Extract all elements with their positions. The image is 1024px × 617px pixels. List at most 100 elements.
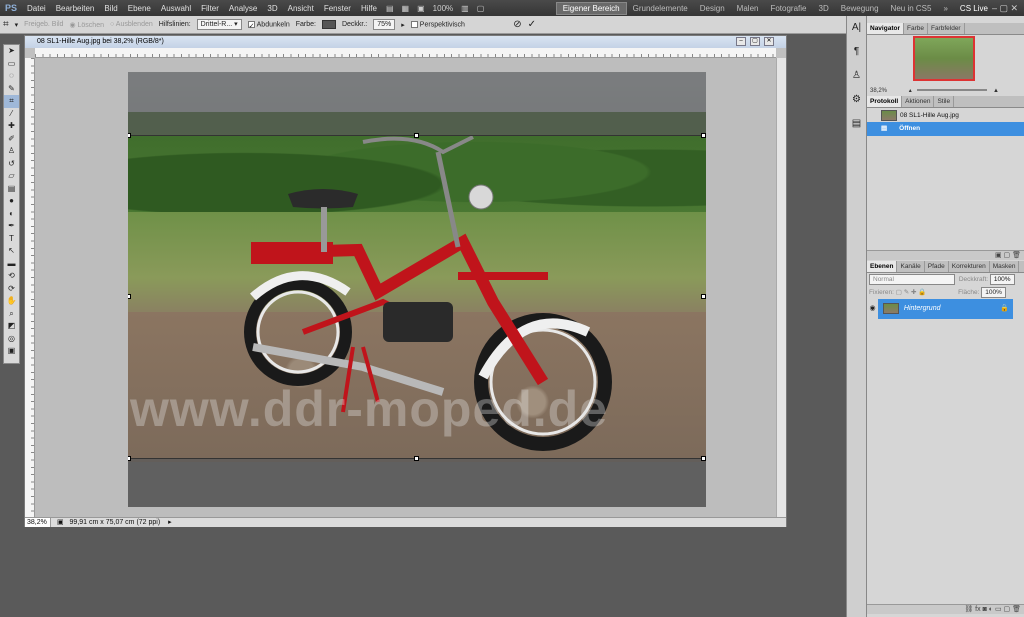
- eyedropper-tool-icon[interactable]: ⁄: [4, 108, 19, 121]
- move-tool-icon[interactable]: ➤: [4, 45, 19, 58]
- color-swatches-icon[interactable]: ◩: [4, 320, 19, 333]
- delete-state-icon[interactable]: 🗑: [1012, 252, 1021, 259]
- link-layers-icon[interactable]: ⛓: [964, 606, 973, 613]
- new-group-icon[interactable]: ▭: [995, 606, 1002, 613]
- history-brush-icon[interactable]: ↺: [4, 158, 19, 171]
- tab-ebenen[interactable]: Ebenen: [867, 261, 898, 272]
- menu-auswahl[interactable]: Auswahl: [156, 4, 196, 13]
- navigator-thumbnail[interactable]: [913, 36, 975, 81]
- info-panel-icon[interactable]: ▤: [848, 118, 866, 136]
- photo-moped[interactable]: [128, 72, 706, 507]
- shield-color-swatch[interactable]: [321, 20, 336, 29]
- new-layer-icon[interactable]: ▢: [1004, 606, 1011, 613]
- menu-ebene[interactable]: Ebene: [123, 4, 156, 13]
- menu-bild[interactable]: Bild: [99, 4, 122, 13]
- minibridge-icon[interactable]: ▦: [402, 4, 410, 13]
- workspace-grundelemente[interactable]: Grundelemente: [627, 4, 694, 13]
- healing-tool-icon[interactable]: ✚: [4, 120, 19, 133]
- quick-mask-icon[interactable]: ◎: [4, 333, 19, 346]
- tool-preset-dropdown[interactable]: ▾: [15, 21, 19, 29]
- tool-presets-icon[interactable]: ⚙: [848, 94, 866, 112]
- extras-icon[interactable]: ▣: [417, 4, 425, 13]
- doc-maximize-icon[interactable]: ▢: [750, 37, 760, 46]
- more-workspaces-icon[interactable]: »: [937, 4, 953, 13]
- cs-live-button[interactable]: CS Live: [960, 4, 988, 13]
- workspace-bewegung[interactable]: Bewegung: [835, 4, 885, 13]
- pen-tool-icon[interactable]: ✒: [4, 220, 19, 233]
- status-arrow-icon[interactable]: ▸: [168, 519, 172, 526]
- crop-handle-tl[interactable]: [128, 133, 131, 138]
- menu-filter[interactable]: Filter: [196, 4, 224, 13]
- horizontal-ruler[interactable]: [35, 48, 776, 58]
- canvas-area[interactable]: www.ddr-moped.de: [35, 58, 776, 517]
- opacity-input[interactable]: 75%: [373, 19, 396, 30]
- gradient-tool-icon[interactable]: ▤: [4, 183, 19, 196]
- screen-mode-tool-icon[interactable]: ▣: [4, 345, 19, 358]
- arrange-docs-icon[interactable]: ▥: [461, 4, 469, 13]
- zoom-slider[interactable]: [917, 89, 988, 92]
- blend-mode-select[interactable]: Normal: [869, 274, 955, 285]
- tab-aktionen[interactable]: Aktionen: [902, 96, 935, 107]
- tab-protokoll[interactable]: Protokoll: [867, 96, 903, 107]
- stamp-tool-icon[interactable]: ♙: [4, 145, 19, 158]
- marquee-tool-icon[interactable]: ▭: [4, 58, 19, 71]
- crop-handle-mr[interactable]: [701, 294, 706, 299]
- new-doc-from-state-icon[interactable]: ▣: [995, 252, 1002, 259]
- paragraph-panel-icon[interactable]: ¶: [848, 46, 866, 64]
- zoom-level[interactable]: 100%: [433, 4, 453, 13]
- cancel-crop-icon[interactable]: ⊘: [513, 19, 521, 30]
- zoom-tool-icon[interactable]: ⌕: [4, 308, 19, 321]
- bridge-icon[interactable]: ▤: [386, 4, 394, 13]
- tab-navigator[interactable]: Navigator: [867, 23, 904, 34]
- vertical-scrollbar[interactable]: [776, 58, 786, 517]
- zoom-field[interactable]: 38,2%: [25, 518, 51, 527]
- opacity-slider-arrow[interactable]: ▸: [401, 21, 405, 29]
- workspace-malen[interactable]: Malen: [731, 4, 765, 13]
- path-select-tool-icon[interactable]: ↖: [4, 245, 19, 258]
- crop-handle-tr[interactable]: [701, 133, 706, 138]
- shape-tool-icon[interactable]: ▬: [4, 258, 19, 271]
- commit-crop-icon[interactable]: ✓: [528, 19, 536, 30]
- tab-stile[interactable]: Stile: [934, 96, 955, 107]
- lasso-tool-icon[interactable]: ◌: [4, 70, 19, 83]
- 3d-rotate-tool-icon[interactable]: ⟲: [4, 270, 19, 283]
- menu-fenster[interactable]: Fenster: [319, 4, 356, 13]
- menu-analyse[interactable]: Analyse: [224, 4, 262, 13]
- dodge-tool-icon[interactable]: ◐: [4, 208, 19, 221]
- document-tab[interactable]: 08 SL1-Hille Aug.jpg bei 38,2% (RGB/8*) …: [25, 36, 786, 48]
- clone-source-icon[interactable]: ♙: [848, 70, 866, 88]
- lock-icons[interactable]: ▢ ✎ ✚ 🔒: [896, 289, 927, 296]
- workspace-neu-cs5[interactable]: Neu in CS5: [885, 4, 938, 13]
- adjustment-layer-icon[interactable]: ◐: [989, 606, 993, 613]
- status-menu-icon[interactable]: ▣: [57, 519, 64, 526]
- delete-layer-icon[interactable]: 🗑: [1012, 606, 1021, 613]
- crop-handle-bl[interactable]: [128, 456, 131, 461]
- blur-tool-icon[interactable]: ●: [4, 195, 19, 208]
- workspace-design[interactable]: Design: [694, 4, 731, 13]
- workspace-3d[interactable]: 3D: [813, 4, 835, 13]
- tab-farbfelder[interactable]: Farbfelder: [928, 23, 965, 34]
- hand-tool-icon[interactable]: ✋: [4, 295, 19, 308]
- zoom-in-icon[interactable]: ▲: [993, 88, 999, 94]
- perspective-checkbox[interactable]: Perspektivisch: [410, 20, 465, 28]
- eye-icon[interactable]: ◉: [867, 299, 878, 319]
- menu-ansicht[interactable]: Ansicht: [283, 4, 319, 13]
- layer-row-hintergrund[interactable]: ◉ Hintergrund 🔒: [867, 299, 1013, 319]
- tab-kanaele[interactable]: Kanäle: [897, 261, 925, 272]
- type-tool-icon[interactable]: T: [4, 233, 19, 246]
- doc-close-icon[interactable]: ✕: [764, 37, 774, 46]
- history-snapshot[interactable]: 08 SL1-Hille Aug.jpg: [867, 109, 1024, 123]
- menu-3d[interactable]: 3D: [262, 4, 282, 13]
- crop-handle-br[interactable]: [701, 456, 706, 461]
- screen-mode-icon[interactable]: ▢: [477, 4, 485, 13]
- new-snapshot-icon[interactable]: ▢: [1004, 252, 1011, 259]
- menu-bearbeiten[interactable]: Bearbeiten: [51, 4, 100, 13]
- tab-masken[interactable]: Masken: [990, 261, 1020, 272]
- quick-select-tool-icon[interactable]: ✎: [4, 83, 19, 96]
- navigator-zoom[interactable]: 38,2%: [870, 88, 887, 94]
- doc-minimize-icon[interactable]: –: [736, 37, 746, 46]
- guides-select[interactable]: Drittel-R... ▾: [196, 19, 242, 30]
- window-controls[interactable]: – ▢ ✕: [992, 3, 1018, 14]
- shield-checkbox[interactable]: ✓ Abdunkeln: [247, 20, 290, 30]
- crop-handle-tc[interactable]: [414, 133, 419, 138]
